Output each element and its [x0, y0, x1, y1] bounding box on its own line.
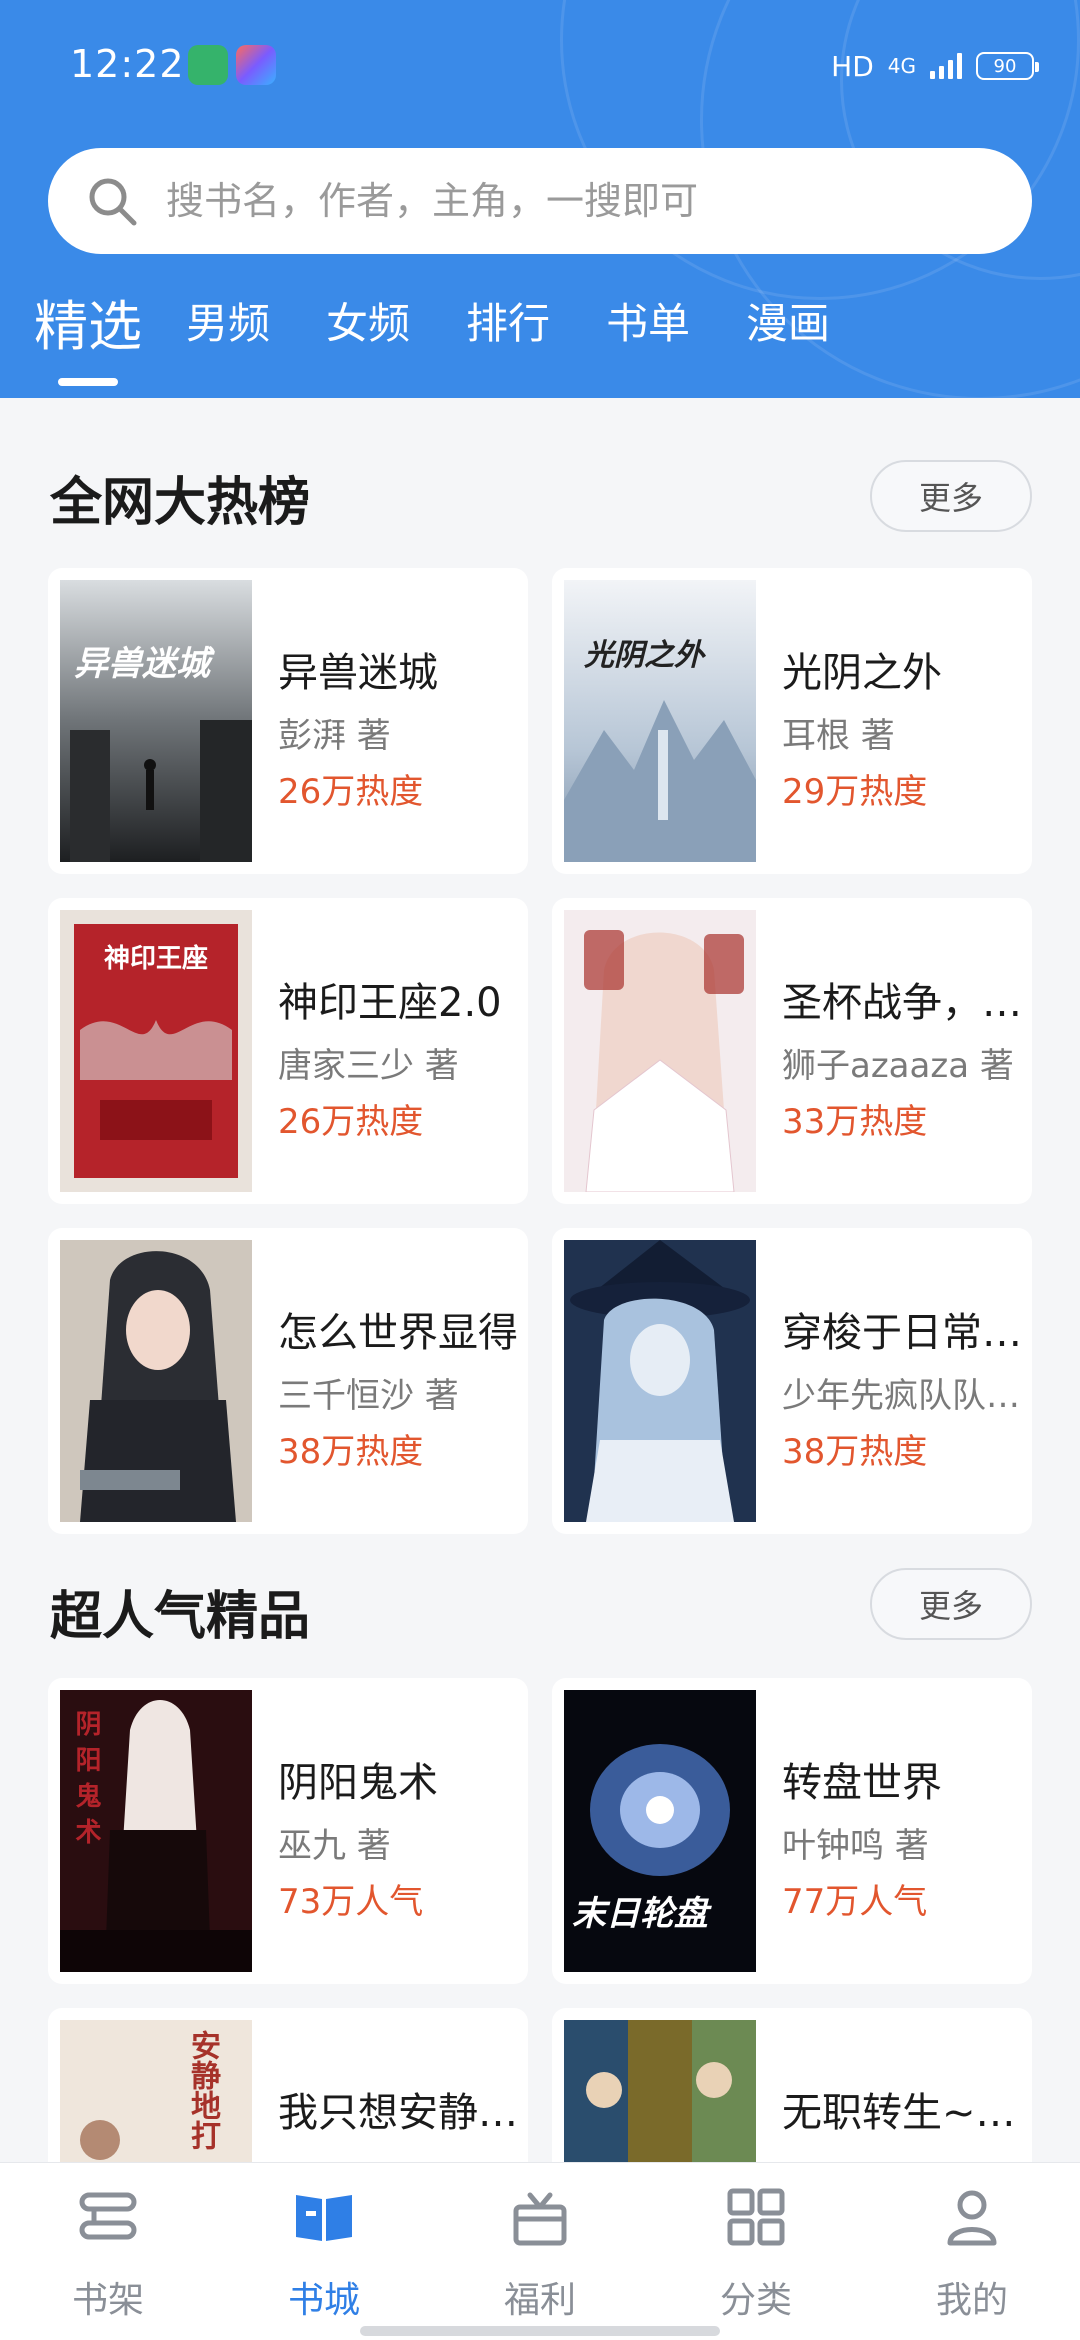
book-card[interactable]: 圣杯战争，我的从者 狮子azaaza 著 33万热度 [552, 898, 1032, 1204]
nav-bookstore[interactable]: 书城 [216, 2163, 432, 2340]
book-cover [60, 1240, 252, 1522]
book-title: 神印王座2.0 [278, 980, 502, 1026]
signal-icon [930, 53, 962, 79]
search-bar[interactable] [48, 148, 1032, 254]
book-author: 叶钟鸣 著 [782, 1826, 929, 1866]
book-title: 无职转生~到了异世界就拿出真本事~ [782, 2090, 1032, 2136]
book-title: 转盘世界 [782, 1760, 942, 1806]
popular-picks-section: 超人气精品 更多 阴阳鬼术 阴阳鬼术 巫九 著 73万人气 末日轮盘 转盘世界 [0, 1530, 1080, 2314]
nav-rewards[interactable]: 福利 [432, 2163, 648, 2340]
search-input[interactable] [166, 179, 986, 223]
nav-label: 书架 [71, 2280, 144, 2321]
bookshelf-icon [79, 2192, 137, 2240]
book-title: 光阴之外 [782, 650, 942, 696]
more-button[interactable]: 更多 [870, 1568, 1032, 1640]
cover-title: 阴阳鬼术 [71, 1710, 101, 1854]
nav-label: 书城 [287, 2280, 360, 2321]
book-heat: 26万热度 [278, 1102, 424, 1142]
book-cover: 神印王座 [60, 910, 252, 1192]
tab-male[interactable]: 男频 [186, 290, 270, 351]
active-tab-indicator [58, 378, 118, 386]
cover-title: 末日轮盘 [572, 1894, 708, 1934]
nav-bookshelf[interactable]: 书架 [0, 2163, 216, 2340]
book-open-icon [296, 2195, 352, 2241]
notification-app-icon-2 [236, 45, 276, 85]
search-icon [89, 178, 137, 226]
nav-label: 我的 [935, 2280, 1008, 2321]
header: 12:22 HD 4G 90 精选 男频 女频 排行 书单 漫画 [0, 0, 1080, 398]
book-title: 异兽迷城 [278, 650, 438, 696]
cover-title: 安静地打 [185, 2030, 220, 2150]
book-heat: 38万热度 [782, 1432, 928, 1472]
category-tabs: 精选 男频 女频 排行 书单 漫画 [0, 290, 1080, 390]
home-indicator[interactable] [360, 2326, 720, 2336]
status-bar: 12:22 HD 4G 90 [0, 0, 1080, 130]
book-author: 彭湃 著 [278, 716, 391, 756]
book-cover [564, 1240, 756, 1522]
section-title: 超人气精品 [50, 1587, 311, 1647]
notification-app-icon [188, 45, 228, 85]
book-author: 少年先疯队队长 著 [782, 1376, 1032, 1416]
book-heat: 29万热度 [782, 772, 928, 812]
book-heat: 33万热度 [782, 1102, 928, 1142]
book-card[interactable]: 末日轮盘 转盘世界 叶钟鸣 著 77万人气 [552, 1678, 1032, 1984]
book-card[interactable]: 光阴之外 光阴之外 耳根 著 29万热度 [552, 568, 1032, 874]
book-author: 狮子azaaza 著 [782, 1046, 1014, 1086]
book-title: 阴阳鬼术 [278, 1760, 438, 1806]
book-title: 圣杯战争，我的从者 [782, 980, 1032, 1026]
book-cover: 光阴之外 [564, 580, 756, 862]
book-heat: 38万热度 [278, 1432, 424, 1472]
book-card[interactable]: 怎么世界显得 三千恒沙 著 38万热度 [48, 1228, 528, 1534]
battery-icon: 90 [976, 52, 1039, 80]
book-card[interactable]: 阴阳鬼术 阴阳鬼术 巫九 著 73万人气 [48, 1678, 528, 1984]
gift-icon [513, 2192, 567, 2246]
tab-booklist[interactable]: 书单 [606, 290, 690, 351]
book-author: 三千恒沙 著 [278, 1376, 459, 1416]
book-author: 巫九 著 [278, 1826, 391, 1866]
tab-featured[interactable]: 精选 [34, 282, 142, 361]
tab-female[interactable]: 女频 [326, 290, 410, 351]
network-type: 4G [887, 54, 916, 78]
book-title: 怎么世界显得 [278, 1310, 518, 1356]
nav-profile[interactable]: 我的 [864, 2163, 1080, 2340]
tab-ranking[interactable]: 排行 [466, 290, 550, 351]
user-icon [947, 2190, 997, 2246]
status-time: 12:22 [70, 42, 185, 86]
section-title: 全网大热榜 [50, 473, 311, 533]
book-heat: 26万热度 [278, 772, 424, 812]
nav-label: 福利 [503, 2280, 576, 2321]
tab-comics[interactable]: 漫画 [746, 290, 830, 351]
hot-ranking-section: 全网大热榜 更多 异兽迷城 异兽迷城 彭湃 著 26万热度 光阴之外 光阴之外 … [0, 420, 1080, 1540]
book-cover [564, 910, 756, 1192]
book-card[interactable]: 神印王座 神印王座2.0 唐家三少 著 26万热度 [48, 898, 528, 1204]
book-title: 穿梭于日常世界 [782, 1310, 1032, 1356]
more-button[interactable]: 更多 [870, 460, 1032, 532]
book-title: 我只想安静的打游戏 [278, 2090, 528, 2136]
battery-level: 90 [993, 55, 1017, 77]
book-cover: 阴阳鬼术 [60, 1690, 252, 1972]
cover-title: 光阴之外 [584, 638, 704, 673]
grid-icon [727, 2188, 785, 2246]
book-heat: 73万人气 [278, 1882, 424, 1922]
nav-label: 分类 [719, 2280, 792, 2321]
book-author: 耳根 著 [782, 716, 895, 756]
book-author: 唐家三少 著 [278, 1046, 459, 1086]
hd-label: HD [831, 49, 874, 83]
book-heat: 77万人气 [782, 1882, 928, 1922]
bottom-navigation: 书架 书城 福利 分类 我的 [0, 2162, 1080, 2340]
cover-title: 神印王座 [104, 944, 209, 974]
cover-title: 异兽迷城 [74, 644, 210, 684]
book-cover: 末日轮盘 [564, 1690, 756, 1972]
book-card[interactable]: 异兽迷城 异兽迷城 彭湃 著 26万热度 [48, 568, 528, 874]
book-card[interactable]: 穿梭于日常世界 少年先疯队队长 著 38万热度 [552, 1228, 1032, 1534]
book-cover: 异兽迷城 [60, 580, 252, 862]
nav-category[interactable]: 分类 [648, 2163, 864, 2340]
